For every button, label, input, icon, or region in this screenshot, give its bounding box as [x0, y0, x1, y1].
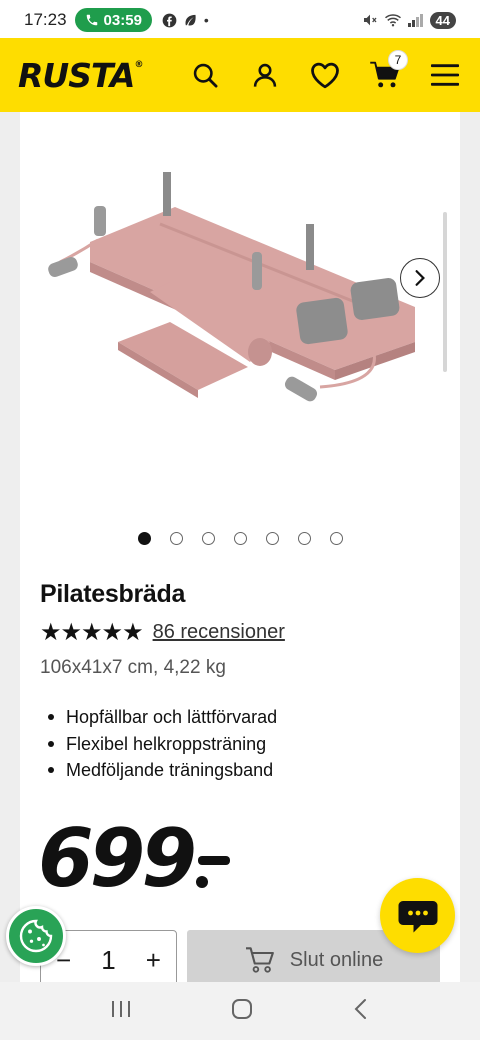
- cookie-icon: [19, 919, 53, 953]
- product-rating: ★★★★★ 86 recensioner: [40, 618, 285, 647]
- leaf-icon: [185, 14, 196, 25]
- facebook-icon: [162, 13, 177, 27]
- mute-icon: [363, 14, 377, 26]
- chat-icon: [398, 900, 437, 932]
- home-icon: [231, 998, 252, 1019]
- scroll-indicator: [443, 212, 447, 372]
- wifi-icon: [384, 14, 401, 27]
- image-next-button[interactable]: [400, 258, 440, 298]
- rusta-logo[interactable]: RUSTA®: [18, 56, 143, 95]
- account-button[interactable]: [248, 58, 282, 92]
- price-dash: [198, 856, 230, 865]
- status-bar: 17:23 03:59 • 44: [0, 0, 480, 40]
- home-button[interactable]: [230, 997, 254, 1026]
- cart-count-badge: 7: [388, 50, 408, 70]
- feature-item: Flexibel helkroppsträning: [48, 731, 277, 758]
- search-button[interactable]: [188, 58, 222, 92]
- quantity-value[interactable]: 1: [101, 945, 115, 976]
- phone-icon: [86, 14, 97, 26]
- reviews-link[interactable]: 86 recensioner: [153, 621, 285, 644]
- cookie-settings-button[interactable]: [6, 906, 66, 966]
- pagination-dot[interactable]: [233, 532, 247, 545]
- product-title: Pilatesbräda: [40, 580, 186, 608]
- quantity-increase-button[interactable]: +: [146, 945, 161, 976]
- notification-icons: •: [162, 12, 209, 28]
- product-dimensions: 106x41x7 cm, 4,22 kg: [40, 657, 226, 678]
- cart-button[interactable]: 7: [368, 50, 408, 92]
- add-to-cart-label: Slut online: [289, 948, 384, 971]
- product-image[interactable]: [20, 132, 460, 512]
- status-time: 17:23: [24, 10, 67, 29]
- heart-icon: [311, 62, 339, 89]
- site-header: RUSTA® 7: [0, 38, 480, 112]
- pagination-dot[interactable]: [169, 532, 183, 545]
- signal-icon: [407, 14, 423, 27]
- back-button[interactable]: [351, 997, 371, 1026]
- image-pagination: [20, 532, 460, 545]
- system-nav-bar: [0, 982, 480, 1040]
- back-icon: [354, 998, 367, 1019]
- call-indicator[interactable]: 03:59: [74, 8, 152, 32]
- product-features: Hopfällbar och lättförvarad Flexibel hel…: [48, 704, 277, 784]
- battery-level: 44: [429, 11, 456, 29]
- pagination-dot[interactable]: [201, 532, 215, 545]
- feature-item: Hopfällbar och lättförvarad: [48, 704, 277, 731]
- chat-button[interactable]: [380, 878, 455, 953]
- user-icon: [253, 63, 277, 87]
- wishlist-button[interactable]: [308, 58, 342, 92]
- call-timer: 03:59: [103, 11, 142, 29]
- chevron-right-icon: [415, 270, 425, 286]
- cart-outline-icon: [245, 947, 274, 973]
- pagination-dot[interactable]: [137, 532, 151, 545]
- product-price: 699: [38, 812, 197, 905]
- price-dot: [196, 876, 208, 888]
- pagination-dot[interactable]: [265, 532, 279, 545]
- recent-apps-button[interactable]: [109, 998, 133, 1025]
- recent-apps-icon: [111, 1000, 130, 1017]
- header-actions: 7: [188, 50, 462, 92]
- feature-item: Medföljande träningsband: [48, 757, 277, 784]
- star-rating-icon: ★★★★★: [40, 619, 144, 646]
- pagination-dot[interactable]: [329, 532, 343, 545]
- menu-button[interactable]: [428, 58, 462, 92]
- product-card: Pilatesbräda ★★★★★ 86 recensioner 106x41…: [20, 112, 460, 982]
- search-icon: [193, 63, 218, 88]
- menu-icon: [431, 64, 459, 86]
- system-icons: 44: [362, 11, 456, 29]
- more-dot-icon: •: [203, 12, 209, 28]
- pagination-dot[interactable]: [297, 532, 311, 545]
